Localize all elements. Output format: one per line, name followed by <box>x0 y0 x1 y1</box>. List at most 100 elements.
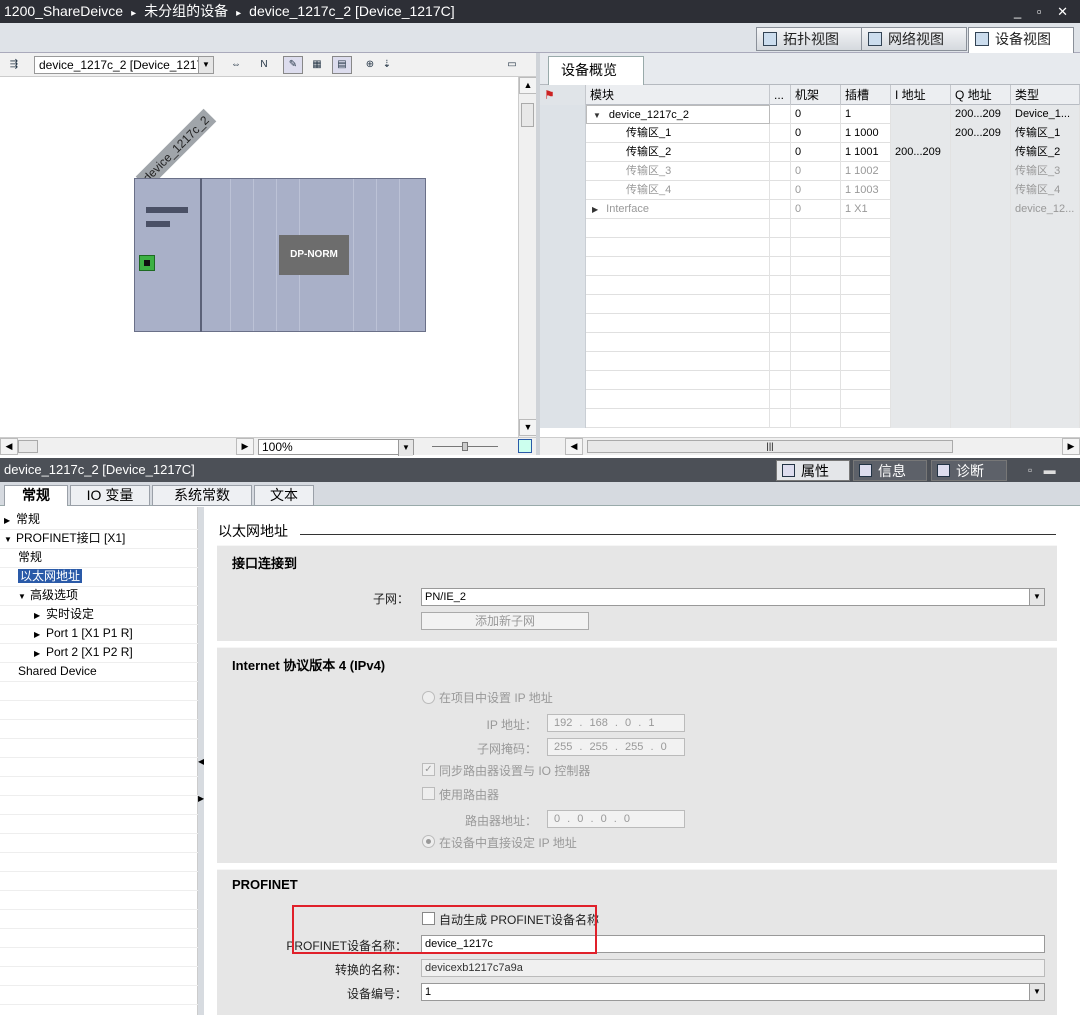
table-row[interactable] <box>540 295 1080 314</box>
chevron-down-icon[interactable]: ▼ <box>1029 984 1044 1000</box>
chevron-down-icon[interactable]: ▼ <box>198 57 213 73</box>
table-row[interactable] <box>540 352 1080 371</box>
collapse-icon[interactable]: ▼ <box>593 111 601 120</box>
tab-system-constants[interactable]: 系统常数 <box>152 485 252 506</box>
zoom-select[interactable]: 100% ▼ <box>258 439 414 456</box>
cpu-module[interactable] <box>134 178 202 332</box>
expand-icon[interactable]: ▶ <box>592 205 598 214</box>
subnet-select[interactable]: PN/IE_2 ▼ <box>421 588 1045 606</box>
sync-router-checkbox[interactable]: ✓ <box>422 763 435 776</box>
scroll-left-icon[interactable]: ◀ <box>0 438 18 455</box>
canvas-horizontal-scrollbar[interactable]: ◀ ▶ 100% ▼ <box>0 437 536 456</box>
nav-item[interactable]: ▶ Port 2 [X1 P2 R] <box>34 643 133 662</box>
table-row[interactable]: 传输区_3 0 1 1002 传输区_3 <box>540 162 1080 181</box>
tab-device-overview[interactable]: 设备概览 <box>548 56 644 85</box>
expand-icon[interactable]: ▶ <box>4 511 16 530</box>
router-address-field[interactable]: 0 . 0 . 0 . 0 <box>547 810 685 828</box>
device-select[interactable]: device_1217c_2 [Device_1217C] ▼ <box>34 56 214 74</box>
dp-norm-module[interactable]: DP-NORM <box>279 235 349 275</box>
col-q-address[interactable]: Q 地址 <box>951 85 1011 105</box>
table-row[interactable] <box>540 333 1080 352</box>
scroll-thumb[interactable]: ||| <box>587 440 953 453</box>
nav-item[interactable]: ▼ PROFINET接口 [X1] <box>4 529 125 548</box>
scroll-right-icon[interactable]: ▶ <box>236 438 254 455</box>
tab-general[interactable]: 常规 <box>4 485 68 506</box>
scroll-down-icon[interactable]: ▼ <box>519 419 537 436</box>
nav-divider <box>0 814 198 815</box>
ethernet-port-icon[interactable] <box>139 255 155 271</box>
canvas-vertical-scrollbar[interactable]: ▲ ▼ <box>518 77 537 437</box>
scroll-thumb[interactable] <box>521 103 534 127</box>
col-module[interactable]: 模块 <box>586 85 770 105</box>
chevron-down-icon[interactable]: ▼ <box>1029 589 1044 605</box>
tab-network-view[interactable]: 网络视图 <box>861 27 967 51</box>
device-number-select[interactable]: 1 ▼ <box>421 983 1045 1001</box>
collapse-icon[interactable]: ▼ <box>4 530 16 549</box>
col-i-address[interactable]: I 地址 <box>891 85 951 105</box>
nav-item[interactable]: Shared Device <box>18 662 97 681</box>
table-row[interactable]: 传输区_1 0 1 1000 200...209 传输区_1 <box>540 124 1080 143</box>
col-slot[interactable]: 插槽 <box>841 85 891 105</box>
tab-info[interactable]: 信息 <box>853 460 927 481</box>
table-row[interactable]: ▶ Interface 0 1 X1 device_12... <box>540 200 1080 219</box>
overview-navigation-icon[interactable] <box>518 439 532 453</box>
table-row[interactable] <box>540 390 1080 409</box>
table-row[interactable] <box>540 409 1080 428</box>
expand-icon[interactable]: ▶ <box>34 625 46 644</box>
add-subnet-button[interactable]: 添加新子网 <box>421 612 589 630</box>
pen-icon[interactable]: ✎ <box>283 56 303 74</box>
collapse-icon[interactable]: ▼ <box>18 587 30 606</box>
set-ip-in-project-radio[interactable] <box>422 691 435 704</box>
grid-icon[interactable]: ▦ <box>307 56 327 74</box>
set-ip-in-device-radio[interactable] <box>422 835 435 848</box>
ip-address-field[interactable]: 192 . 168 . 0 . 1 <box>547 714 685 732</box>
use-router-checkbox[interactable] <box>422 787 435 800</box>
window-controls[interactable]: _ ▫ ✕ <box>1014 0 1074 23</box>
table-icon[interactable]: ▤ <box>332 56 352 74</box>
show-name-icon[interactable]: N <box>254 56 274 74</box>
breadcrumb-device[interactable]: device_1217c_2 [Device_1217C] <box>249 3 454 19</box>
nav-item[interactable]: ▼ 高级选项 <box>18 586 78 605</box>
table-row[interactable] <box>540 314 1080 333</box>
scroll-right-icon[interactable]: ▶ <box>1062 438 1080 455</box>
show-address-icon[interactable]: ⇔ <box>226 56 246 74</box>
device-tree-icon[interactable]: ⇶ <box>4 56 24 74</box>
overview-horizontal-scrollbar[interactable]: ◀ ||| ▶ <box>565 437 1080 455</box>
cell-i <box>891 333 951 352</box>
scroll-thumb[interactable] <box>18 440 38 453</box>
breadcrumb-project[interactable]: 1200_ShareDeivce <box>4 3 123 19</box>
breadcrumb-group[interactable]: 未分组的设备 <box>144 3 228 19</box>
tab-topology-view[interactable]: 拓扑视图 <box>756 27 866 51</box>
scroll-up-icon[interactable]: ▲ <box>519 77 537 94</box>
col-more[interactable]: ... <box>770 85 791 105</box>
nav-item[interactable]: ▶ Port 1 [X1 P1 R] <box>34 624 133 643</box>
tab-device-view[interactable]: 设备视图 <box>968 27 1074 53</box>
zoom-slider-thumb[interactable] <box>462 442 468 451</box>
table-row[interactable]: ▼ device_1217c_2 0 1 200...209 Device_1... <box>540 105 1080 124</box>
expand-icon[interactable]: ▶ <box>34 606 46 625</box>
expand-icon[interactable]: ▶ <box>34 644 46 663</box>
table-row[interactable] <box>540 276 1080 295</box>
panel-icon[interactable]: ▭ <box>502 56 522 74</box>
tab-io-tags[interactable]: IO 变量 <box>70 485 150 506</box>
col-type[interactable]: 类型 <box>1011 85 1080 105</box>
subnet-mask-field[interactable]: 255 . 255 . 255 . 0 <box>547 738 685 756</box>
nav-item-label: 以太网地址 <box>18 569 83 583</box>
table-row[interactable] <box>540 219 1080 238</box>
table-row[interactable]: 传输区_4 0 1 1003 传输区_4 <box>540 181 1080 200</box>
nav-item[interactable]: ▶ 常规 <box>4 510 40 529</box>
download-icon[interactable]: ⇣ <box>377 56 397 74</box>
chevron-down-icon[interactable]: ▼ <box>398 440 413 456</box>
scroll-left-icon[interactable]: ◀ <box>565 438 583 455</box>
tab-texts[interactable]: 文本 <box>254 485 314 506</box>
table-row[interactable]: 传输区_2 0 1 1001 200...209 传输区_2 <box>540 143 1080 162</box>
nav-item[interactable]: ▶ 实时设定 <box>34 605 94 624</box>
col-rack[interactable]: 机架 <box>791 85 841 105</box>
tab-properties[interactable]: 属性 <box>776 460 850 481</box>
tab-diagnostics[interactable]: 诊断 <box>931 460 1007 481</box>
nav-item[interactable]: 以太网地址 <box>18 567 83 586</box>
table-row[interactable] <box>540 257 1080 276</box>
nav-item[interactable]: 常规 <box>18 548 42 567</box>
table-row[interactable] <box>540 371 1080 390</box>
table-row[interactable] <box>540 238 1080 257</box>
